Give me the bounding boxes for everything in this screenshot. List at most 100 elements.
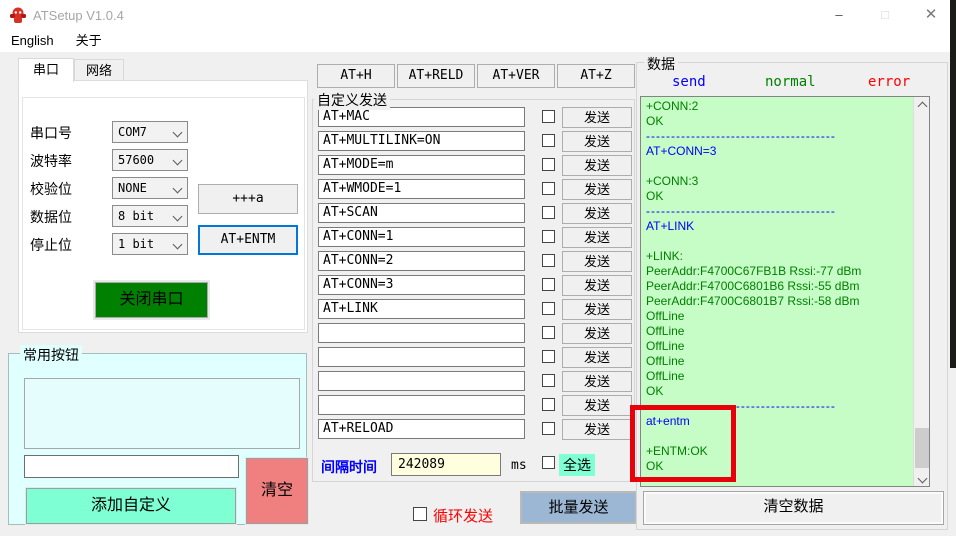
command-input[interactable]: AT+MAC bbox=[318, 107, 525, 127]
custom-send-title: 自定义发送 bbox=[314, 90, 390, 110]
log-line: PeerAddr:F4700C6801B7 Rssi:-58 dBm bbox=[646, 294, 860, 308]
command-input[interactable]: AT+CONN=2 bbox=[318, 251, 525, 271]
command-checkbox[interactable] bbox=[542, 326, 555, 339]
minimize-button[interactable]: – bbox=[816, 0, 862, 30]
send-button[interactable]: 发送 bbox=[562, 371, 632, 392]
command-checkbox[interactable] bbox=[542, 422, 555, 435]
tab-serial[interactable]: 串口 bbox=[18, 58, 74, 82]
command-checkbox[interactable] bbox=[542, 350, 555, 363]
legend-error: error bbox=[868, 74, 911, 90]
send-button[interactable]: 发送 bbox=[562, 179, 632, 200]
scroll-up-icon[interactable] bbox=[914, 97, 930, 114]
command-input[interactable]: AT+MULTILINK=ON bbox=[318, 131, 525, 151]
command-input[interactable] bbox=[318, 371, 525, 391]
batch-send-button[interactable]: 批量发送 bbox=[520, 491, 637, 524]
command-checkbox[interactable] bbox=[542, 302, 555, 315]
command-row: AT+MODE=m 发送 bbox=[313, 155, 634, 177]
command-checkbox[interactable] bbox=[542, 398, 555, 411]
log-line: OffLine bbox=[646, 339, 685, 353]
quick-command-button-atz[interactable]: AT+Z bbox=[557, 64, 635, 88]
command-row: 发送 bbox=[313, 371, 634, 393]
command-row: 发送 bbox=[313, 395, 634, 417]
menu-item-english[interactable]: English bbox=[0, 30, 65, 52]
log-line: AT+CONN=3 bbox=[646, 144, 717, 158]
log-line: -------------------------------------- bbox=[646, 129, 836, 143]
command-input[interactable]: AT+RELOAD bbox=[318, 419, 525, 439]
send-button[interactable]: 发送 bbox=[562, 203, 632, 224]
send-button[interactable]: 发送 bbox=[562, 155, 632, 176]
command-checkbox[interactable] bbox=[542, 254, 555, 267]
send-button[interactable]: 发送 bbox=[562, 107, 632, 128]
log-line: OffLine bbox=[646, 309, 685, 323]
send-button[interactable]: 发送 bbox=[562, 227, 632, 248]
send-button[interactable]: 发送 bbox=[562, 131, 632, 152]
command-input[interactable]: AT+LINK bbox=[318, 299, 525, 319]
send-button[interactable]: 发送 bbox=[562, 323, 632, 344]
send-button[interactable]: 发送 bbox=[562, 395, 632, 416]
command-row: 发送 bbox=[313, 347, 634, 369]
command-checkbox[interactable] bbox=[542, 230, 555, 243]
command-input[interactable] bbox=[318, 347, 525, 367]
at-entm-button[interactable]: AT+ENTM bbox=[198, 225, 298, 255]
command-input[interactable] bbox=[318, 323, 525, 343]
chevron-down-icon bbox=[172, 155, 183, 166]
quick-command-button-atreld[interactable]: AT+RELD bbox=[397, 64, 475, 88]
log-line: OK bbox=[646, 384, 664, 398]
quick-command-button-atver[interactable]: AT+VER bbox=[477, 64, 555, 88]
field-select-1[interactable]: 57600 bbox=[112, 149, 188, 171]
command-input[interactable]: AT+CONN=1 bbox=[318, 227, 525, 247]
tab-network[interactable]: 网络 bbox=[74, 59, 124, 81]
clear-data-button[interactable]: 清空数据 bbox=[643, 491, 944, 525]
command-checkbox[interactable] bbox=[542, 158, 555, 171]
field-select-2[interactable]: NONE bbox=[112, 177, 188, 199]
close-serial-button[interactable]: 关闭串口 bbox=[95, 282, 208, 318]
scroll-down-icon[interactable] bbox=[914, 469, 930, 486]
legend-normal: normal bbox=[765, 74, 816, 90]
send-button[interactable]: 发送 bbox=[562, 251, 632, 272]
red-annotation-rectangle bbox=[630, 405, 736, 482]
field-label-1: 波特率 bbox=[30, 153, 72, 169]
field-select-3[interactable]: 8 bit bbox=[112, 205, 188, 227]
common-buttons-list[interactable] bbox=[24, 378, 300, 449]
loop-send-checkbox[interactable] bbox=[413, 507, 427, 521]
command-row: AT+CONN=3 发送 bbox=[313, 275, 634, 297]
custom-command-input[interactable] bbox=[24, 455, 239, 478]
log-line: OK bbox=[646, 114, 664, 128]
command-row: 发送 bbox=[313, 323, 634, 345]
command-checkbox[interactable] bbox=[542, 134, 555, 147]
close-button[interactable]: ✕ bbox=[908, 0, 954, 30]
data-panel-title: 数据 bbox=[644, 54, 678, 74]
command-row: AT+CONN=1 发送 bbox=[313, 227, 634, 249]
maximize-button[interactable]: □ bbox=[862, 0, 908, 30]
log-line: OffLine bbox=[646, 324, 685, 338]
quick-command-button-ath[interactable]: AT+H bbox=[317, 64, 395, 88]
command-input[interactable]: AT+MODE=m bbox=[318, 155, 525, 175]
send-button[interactable]: 发送 bbox=[562, 275, 632, 296]
select-all-checkbox[interactable] bbox=[542, 456, 555, 469]
command-input[interactable]: AT+WMODE=1 bbox=[318, 179, 525, 199]
command-checkbox[interactable] bbox=[542, 374, 555, 387]
interval-input[interactable]: 242089 bbox=[391, 453, 501, 476]
field-select-4[interactable]: 1 bit bbox=[112, 233, 188, 255]
send-button[interactable]: 发送 bbox=[562, 419, 632, 440]
send-button[interactable]: 发送 bbox=[562, 347, 632, 368]
command-checkbox[interactable] bbox=[542, 182, 555, 195]
command-input[interactable]: AT+SCAN bbox=[318, 203, 525, 223]
clear-button[interactable]: 清空 bbox=[246, 458, 308, 524]
command-checkbox[interactable] bbox=[542, 206, 555, 219]
command-checkbox[interactable] bbox=[542, 110, 555, 123]
command-input[interactable]: AT+CONN=3 bbox=[318, 275, 525, 295]
command-checkbox[interactable] bbox=[542, 278, 555, 291]
send-button[interactable]: 发送 bbox=[562, 299, 632, 320]
command-row: AT+RELOAD 发送 bbox=[313, 419, 634, 441]
log-scrollbar[interactable] bbox=[913, 97, 929, 486]
background-edge bbox=[950, 0, 956, 368]
custom-send-group: AT+MAC 发送 AT+MULTILINK=ON 发送 AT+MODE=m 发送 AT+W… bbox=[312, 99, 635, 482]
menu-item-about[interactable]: 关于 bbox=[65, 30, 113, 52]
scrollbar-thumb[interactable] bbox=[915, 428, 929, 468]
command-input[interactable] bbox=[318, 395, 525, 415]
add-custom-button[interactable]: 添加自定义 bbox=[26, 488, 236, 524]
field-select-0[interactable]: COM7 bbox=[112, 121, 188, 143]
plus-a-button[interactable]: +++a bbox=[198, 184, 298, 214]
